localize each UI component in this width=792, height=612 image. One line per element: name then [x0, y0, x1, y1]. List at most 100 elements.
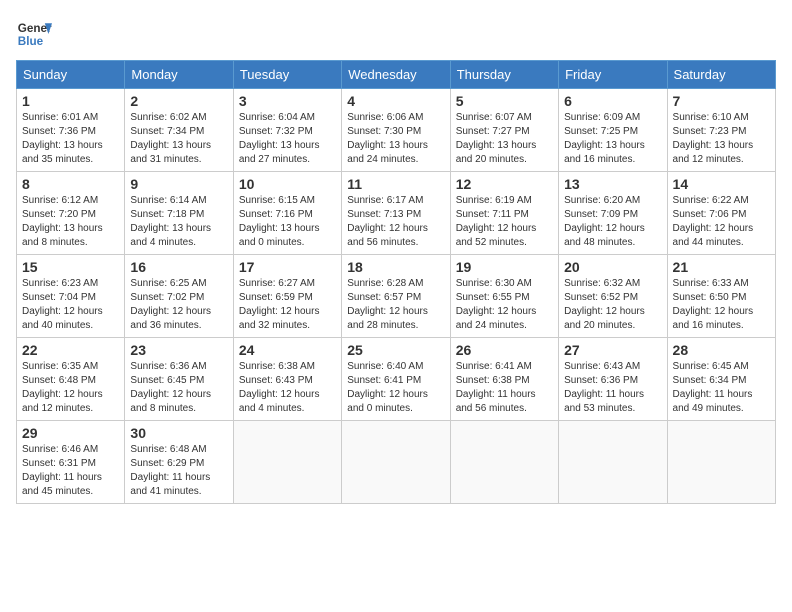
- calendar-week-row: 15 Sunrise: 6:23 AM Sunset: 7:04 PM Dayli…: [17, 255, 776, 338]
- day-number: 23: [130, 342, 227, 358]
- calendar-day-cell: 15 Sunrise: 6:23 AM Sunset: 7:04 PM Dayli…: [17, 255, 125, 338]
- day-number: 2: [130, 93, 227, 109]
- day-number: 10: [239, 176, 336, 192]
- calendar-day-cell: 21Sunrise: 6:33 AM Sunset: 6:50 PM Dayli…: [667, 255, 775, 338]
- calendar-day-cell: 24 Sunrise: 6:38 AM Sunset: 6:43 PM Dayli…: [233, 338, 341, 421]
- day-number: 15: [22, 259, 119, 275]
- calendar-day-cell: 26 Sunrise: 6:41 AM Sunset: 6:38 PM Dayli…: [450, 338, 558, 421]
- day-number: 26: [456, 342, 553, 358]
- calendar-day-cell: 3 Sunrise: 6:04 AM Sunset: 7:32 PM Daylig…: [233, 89, 341, 172]
- day-info: Sunrise: 6:35 AM Sunset: 6:48 PM Dayligh…: [22, 360, 119, 416]
- day-info: Sunrise: 6:27 AM Sunset: 6:59 PM Dayligh…: [239, 277, 336, 333]
- day-info: Sunrise: 6:01 AM Sunset: 7:36 PM Dayligh…: [22, 111, 119, 167]
- day-info: Sunrise: 6:07 AM Sunset: 7:27 PM Dayligh…: [456, 111, 553, 167]
- day-info: Sunrise: 6:43 AM Sunset: 6:36 PM Dayligh…: [564, 360, 661, 416]
- calendar-day-cell: [342, 421, 450, 504]
- day-of-week-header: Friday: [559, 61, 667, 89]
- day-number: 29: [22, 425, 119, 441]
- day-info: Sunrise: 6:17 AM Sunset: 7:13 PM Dayligh…: [347, 194, 444, 250]
- calendar-day-cell: 25 Sunrise: 6:40 AM Sunset: 6:41 PM Dayli…: [342, 338, 450, 421]
- day-of-week-header: Thursday: [450, 61, 558, 89]
- day-info: Sunrise: 6:38 AM Sunset: 6:43 PM Dayligh…: [239, 360, 336, 416]
- day-number: 7: [673, 93, 770, 109]
- day-of-week-header: Wednesday: [342, 61, 450, 89]
- calendar-day-cell: 6 Sunrise: 6:09 AM Sunset: 7:25 PM Daylig…: [559, 89, 667, 172]
- day-number: 11: [347, 176, 444, 192]
- day-of-week-header: Monday: [125, 61, 233, 89]
- calendar-day-cell: 28 Sunrise: 6:45 AM Sunset: 6:34 PM Dayli…: [667, 338, 775, 421]
- day-number: 19: [456, 259, 553, 275]
- day-number: 14: [673, 176, 770, 192]
- day-info: Sunrise: 6:45 AM Sunset: 6:34 PM Dayligh…: [673, 360, 770, 416]
- day-info: Sunrise: 6:25 AM Sunset: 7:02 PM Dayligh…: [130, 277, 227, 333]
- calendar-day-cell: 20 Sunrise: 6:32 AM Sunset: 6:52 PM Dayli…: [559, 255, 667, 338]
- day-info: Sunrise: 6:10 AM Sunset: 7:23 PM Dayligh…: [673, 111, 770, 167]
- calendar-day-cell: 23 Sunrise: 6:36 AM Sunset: 6:45 PM Dayli…: [125, 338, 233, 421]
- day-of-week-header: Saturday: [667, 61, 775, 89]
- calendar-week-row: 1 Sunrise: 6:01 AM Sunset: 7:36 PM Daylig…: [17, 89, 776, 172]
- calendar-day-cell: [233, 421, 341, 504]
- day-info: Sunrise: 6:09 AM Sunset: 7:25 PM Dayligh…: [564, 111, 661, 167]
- day-number: 21: [673, 259, 770, 275]
- day-info: Sunrise: 6:36 AM Sunset: 6:45 PM Dayligh…: [130, 360, 227, 416]
- calendar-day-cell: 4Sunrise: 6:06 AM Sunset: 7:30 PM Daylig…: [342, 89, 450, 172]
- calendar-day-cell: [667, 421, 775, 504]
- day-info: Sunrise: 6:41 AM Sunset: 6:38 PM Dayligh…: [456, 360, 553, 416]
- day-number: 20: [564, 259, 661, 275]
- calendar-day-cell: 19 Sunrise: 6:30 AM Sunset: 6:55 PM Dayli…: [450, 255, 558, 338]
- day-info: Sunrise: 6:32 AM Sunset: 6:52 PM Dayligh…: [564, 277, 661, 333]
- svg-text:Blue: Blue: [18, 35, 44, 48]
- day-number: 13: [564, 176, 661, 192]
- day-number: 25: [347, 342, 444, 358]
- day-number: 18: [347, 259, 444, 275]
- calendar-header-row: SundayMondayTuesdayWednesdayThursdayFrid…: [17, 61, 776, 89]
- calendar-day-cell: 27 Sunrise: 6:43 AM Sunset: 6:36 PM Dayli…: [559, 338, 667, 421]
- day-info: Sunrise: 6:12 AM Sunset: 7:20 PM Dayligh…: [22, 194, 119, 250]
- day-number: 1: [22, 93, 119, 109]
- day-info: Sunrise: 6:48 AM Sunset: 6:29 PM Dayligh…: [130, 443, 227, 499]
- calendar-day-cell: 10 Sunrise: 6:15 AM Sunset: 7:16 PM Dayli…: [233, 172, 341, 255]
- calendar-week-row: 8 Sunrise: 6:12 AM Sunset: 7:20 PM Daylig…: [17, 172, 776, 255]
- calendar-day-cell: [559, 421, 667, 504]
- calendar-day-cell: 5Sunrise: 6:07 AM Sunset: 7:27 PM Daylig…: [450, 89, 558, 172]
- day-info: Sunrise: 6:23 AM Sunset: 7:04 PM Dayligh…: [22, 277, 119, 333]
- calendar-day-cell: 18 Sunrise: 6:28 AM Sunset: 6:57 PM Dayli…: [342, 255, 450, 338]
- day-info: Sunrise: 6:30 AM Sunset: 6:55 PM Dayligh…: [456, 277, 553, 333]
- day-info: Sunrise: 6:40 AM Sunset: 6:41 PM Dayligh…: [347, 360, 444, 416]
- calendar-day-cell: 30Sunrise: 6:48 AM Sunset: 6:29 PM Dayli…: [125, 421, 233, 504]
- page-header: General Blue: [16, 16, 776, 52]
- day-number: 27: [564, 342, 661, 358]
- day-number: 12: [456, 176, 553, 192]
- calendar-week-row: 22 Sunrise: 6:35 AM Sunset: 6:48 PM Dayli…: [17, 338, 776, 421]
- day-info: Sunrise: 6:02 AM Sunset: 7:34 PM Dayligh…: [130, 111, 227, 167]
- logo-icon: General Blue: [16, 16, 52, 52]
- day-info: Sunrise: 6:20 AM Sunset: 7:09 PM Dayligh…: [564, 194, 661, 250]
- calendar-day-cell: 7 Sunrise: 6:10 AM Sunset: 7:23 PM Daylig…: [667, 89, 775, 172]
- day-number: 8: [22, 176, 119, 192]
- calendar-table: SundayMondayTuesdayWednesdayThursdayFrid…: [16, 60, 776, 504]
- calendar-day-cell: [450, 421, 558, 504]
- day-of-week-header: Sunday: [17, 61, 125, 89]
- calendar-day-cell: 1 Sunrise: 6:01 AM Sunset: 7:36 PM Daylig…: [17, 89, 125, 172]
- day-number: 6: [564, 93, 661, 109]
- day-number: 16: [130, 259, 227, 275]
- day-info: Sunrise: 6:14 AM Sunset: 7:18 PM Dayligh…: [130, 194, 227, 250]
- day-info: Sunrise: 6:28 AM Sunset: 6:57 PM Dayligh…: [347, 277, 444, 333]
- calendar-day-cell: 12 Sunrise: 6:19 AM Sunset: 7:11 PM Dayli…: [450, 172, 558, 255]
- day-number: 28: [673, 342, 770, 358]
- day-info: Sunrise: 6:19 AM Sunset: 7:11 PM Dayligh…: [456, 194, 553, 250]
- calendar-day-cell: 8 Sunrise: 6:12 AM Sunset: 7:20 PM Daylig…: [17, 172, 125, 255]
- day-number: 4: [347, 93, 444, 109]
- day-info: Sunrise: 6:15 AM Sunset: 7:16 PM Dayligh…: [239, 194, 336, 250]
- logo: General Blue: [16, 16, 52, 52]
- calendar-day-cell: 22 Sunrise: 6:35 AM Sunset: 6:48 PM Dayli…: [17, 338, 125, 421]
- day-number: 24: [239, 342, 336, 358]
- day-number: 3: [239, 93, 336, 109]
- calendar-day-cell: 11 Sunrise: 6:17 AM Sunset: 7:13 PM Dayli…: [342, 172, 450, 255]
- calendar-day-cell: 16 Sunrise: 6:25 AM Sunset: 7:02 PM Dayli…: [125, 255, 233, 338]
- calendar-day-cell: 17Sunrise: 6:27 AM Sunset: 6:59 PM Dayli…: [233, 255, 341, 338]
- calendar-day-cell: 9Sunrise: 6:14 AM Sunset: 7:18 PM Daylig…: [125, 172, 233, 255]
- day-info: Sunrise: 6:04 AM Sunset: 7:32 PM Dayligh…: [239, 111, 336, 167]
- calendar-day-cell: 14Sunrise: 6:22 AM Sunset: 7:06 PM Dayli…: [667, 172, 775, 255]
- day-number: 22: [22, 342, 119, 358]
